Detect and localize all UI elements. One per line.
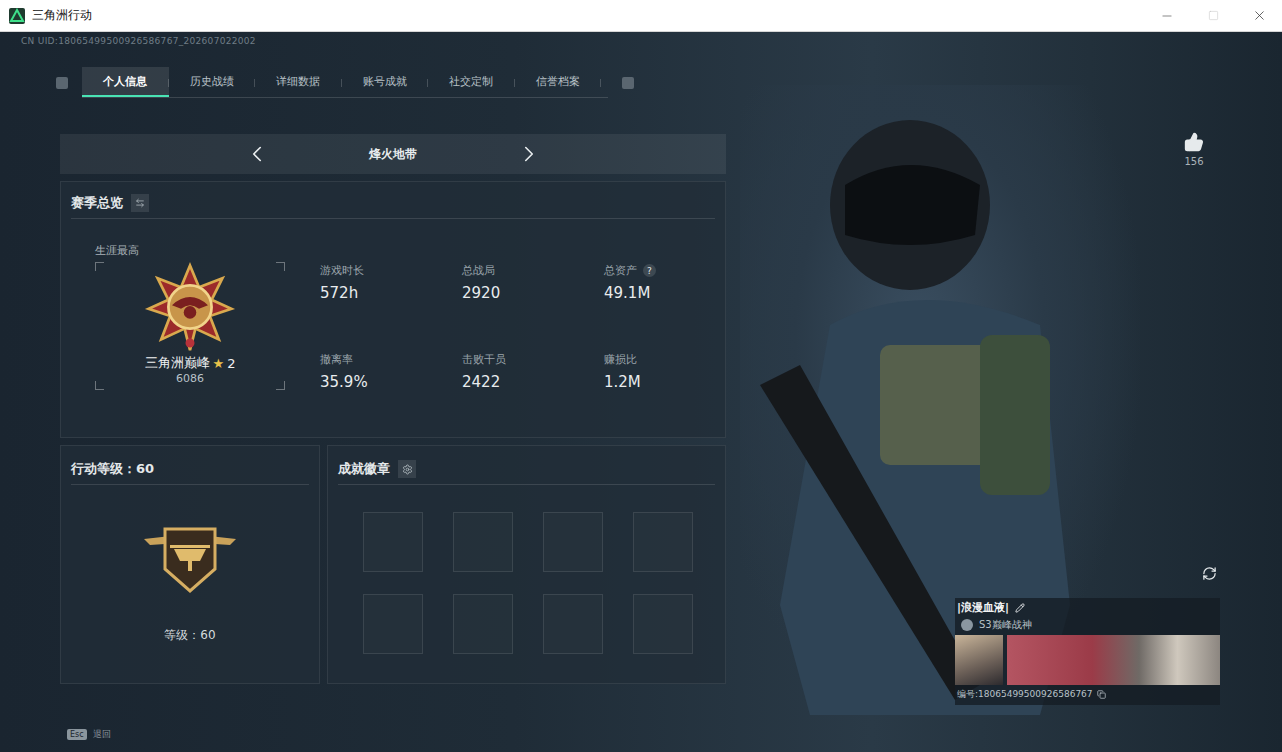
rank-badge-icon bbox=[144, 262, 236, 352]
badge-slot[interactable] bbox=[363, 512, 423, 572]
panel-title: 赛季总览 bbox=[71, 194, 123, 212]
stat-value: 1.2M bbox=[604, 373, 746, 391]
stat: 击败干员 2422 bbox=[462, 352, 604, 391]
help-icon[interactable]: ? bbox=[643, 264, 656, 277]
stat-label: 击败干员 bbox=[462, 352, 604, 367]
stats-grid: 游戏时长 572h总战局 2920总资产? 49.1M 撤离率 35.9%击败干员 2422… bbox=[320, 263, 746, 391]
app-window: 三角洲行动 CN UID:18065499500926586767_2026070… bbox=[0, 0, 1282, 752]
stat: 游戏时长 572h bbox=[320, 263, 462, 302]
player-id: 编号:18065499500926586767 bbox=[955, 688, 1220, 701]
stat: 总资产? 49.1M bbox=[604, 263, 746, 302]
chevron-right-icon[interactable] bbox=[516, 141, 542, 167]
refresh-icon[interactable] bbox=[1202, 566, 1217, 585]
minimize-icon[interactable] bbox=[1144, 0, 1190, 32]
panel-title: 成就徽章 bbox=[338, 460, 390, 478]
stat-value: 49.1M bbox=[604, 284, 746, 302]
badge-slot[interactable] bbox=[633, 512, 693, 572]
badge-slot[interactable] bbox=[363, 594, 423, 654]
stat-label: 总资产? bbox=[604, 263, 746, 278]
stat-label: 游戏时长 bbox=[320, 263, 462, 278]
title-bar: 三角洲行动 bbox=[0, 0, 1282, 32]
character-area: 156 |浪漫血液| S3巅峰战神编号:18065499500926586767 bbox=[726, 52, 1282, 716]
avatar[interactable] bbox=[955, 635, 1003, 685]
stat-value: 2920 bbox=[462, 284, 604, 302]
like-count: 156 bbox=[1184, 156, 1203, 167]
badge-slot[interactable] bbox=[543, 512, 603, 572]
copy-icon[interactable] bbox=[1097, 690, 1106, 699]
stat: 赚损比 1.2M bbox=[604, 352, 746, 391]
next-key-icon[interactable] bbox=[622, 77, 634, 89]
stat-value: 2422 bbox=[462, 373, 604, 391]
edit-icon[interactable] bbox=[1015, 603, 1025, 613]
like-button[interactable]: 156 bbox=[1184, 132, 1204, 167]
stat: 撤离率 35.9% bbox=[320, 352, 462, 391]
prev-key-icon[interactable] bbox=[56, 77, 68, 89]
player-title: S3巅峰战神 bbox=[955, 618, 1220, 632]
chevron-left-icon[interactable] bbox=[244, 141, 270, 167]
close-icon[interactable] bbox=[1236, 0, 1282, 32]
tab[interactable]: 个人信息 bbox=[82, 67, 169, 97]
badge-slot[interactable] bbox=[453, 594, 513, 654]
tabs: 个人信息历史战绩详细数据账号成就社交定制信誉档案 bbox=[82, 67, 608, 98]
stat: 总战局 2920 bbox=[462, 263, 604, 302]
level-panel: 行动等级：60 等级：60 bbox=[60, 445, 320, 684]
tab[interactable]: 详细数据 bbox=[255, 67, 342, 97]
gear-icon[interactable] bbox=[398, 460, 416, 478]
tab[interactable]: 信誉档案 bbox=[515, 67, 602, 97]
thumbs-up-icon[interactable] bbox=[1184, 132, 1204, 152]
achievement-panel: 成就徽章 bbox=[327, 445, 726, 684]
esc-key[interactable]: Esc bbox=[67, 729, 87, 740]
panel-title: 行动等级：60 bbox=[71, 460, 154, 478]
title-icon bbox=[961, 619, 973, 631]
stat-value: 35.9% bbox=[320, 373, 462, 391]
tab[interactable]: 社交定制 bbox=[428, 67, 515, 97]
level-emblem-icon bbox=[140, 509, 240, 599]
tab-row: 个人信息历史战绩详细数据账号成就社交定制信誉档案 bbox=[56, 67, 634, 98]
rank-score: 6086 bbox=[176, 372, 204, 385]
back-label[interactable]: 退回 bbox=[93, 728, 111, 741]
footer: Esc 退回 bbox=[0, 716, 1282, 752]
tab[interactable]: 历史战绩 bbox=[169, 67, 256, 97]
level-caption: 等级：60 bbox=[71, 627, 309, 644]
maximize-icon[interactable] bbox=[1190, 0, 1236, 32]
tab[interactable]: 账号成就 bbox=[342, 67, 429, 97]
star-icon: ★ bbox=[213, 356, 225, 371]
season-panel: 赛季总览生涯最高三角洲巅峰★26086游戏时长572h总战局2920总资产?49… bbox=[60, 181, 726, 438]
uid-label: CN UID:18065499500926586767_202607022002 bbox=[0, 32, 1282, 52]
career-best: 生涯最高三角洲巅峰★26086 bbox=[85, 227, 285, 391]
profile-screen: CN UID:18065499500926586767_202607022002… bbox=[0, 32, 1282, 752]
app-logo-icon bbox=[9, 8, 25, 24]
rank-name: 三角洲巅峰★2 bbox=[145, 354, 236, 372]
stat-label: 赚损比 bbox=[604, 352, 746, 367]
stat-label: 总战局 bbox=[462, 263, 604, 278]
career-label: 生涯最高 bbox=[95, 243, 285, 258]
swap-icon[interactable] bbox=[131, 194, 149, 212]
stat-value: 572h bbox=[320, 284, 462, 302]
badge-slot[interactable] bbox=[543, 594, 603, 654]
stat-label: 撤离率 bbox=[320, 352, 462, 367]
left-column: 个人信息历史战绩详细数据账号成就社交定制信誉档案烽火地带赛季总览生涯最高三角洲巅… bbox=[0, 52, 726, 716]
badge-slot[interactable] bbox=[633, 594, 693, 654]
mode-label: 烽火地带 bbox=[358, 146, 428, 163]
card-banner bbox=[1007, 635, 1220, 685]
mode-selector: 烽火地带 bbox=[60, 134, 726, 174]
badge-slot[interactable] bbox=[453, 512, 513, 572]
window-title: 三角洲行动 bbox=[32, 7, 1144, 24]
name-card: |浪漫血液| S3巅峰战神编号:18065499500926586767 bbox=[955, 598, 1220, 705]
player-name: |浪漫血液| bbox=[955, 600, 1220, 615]
